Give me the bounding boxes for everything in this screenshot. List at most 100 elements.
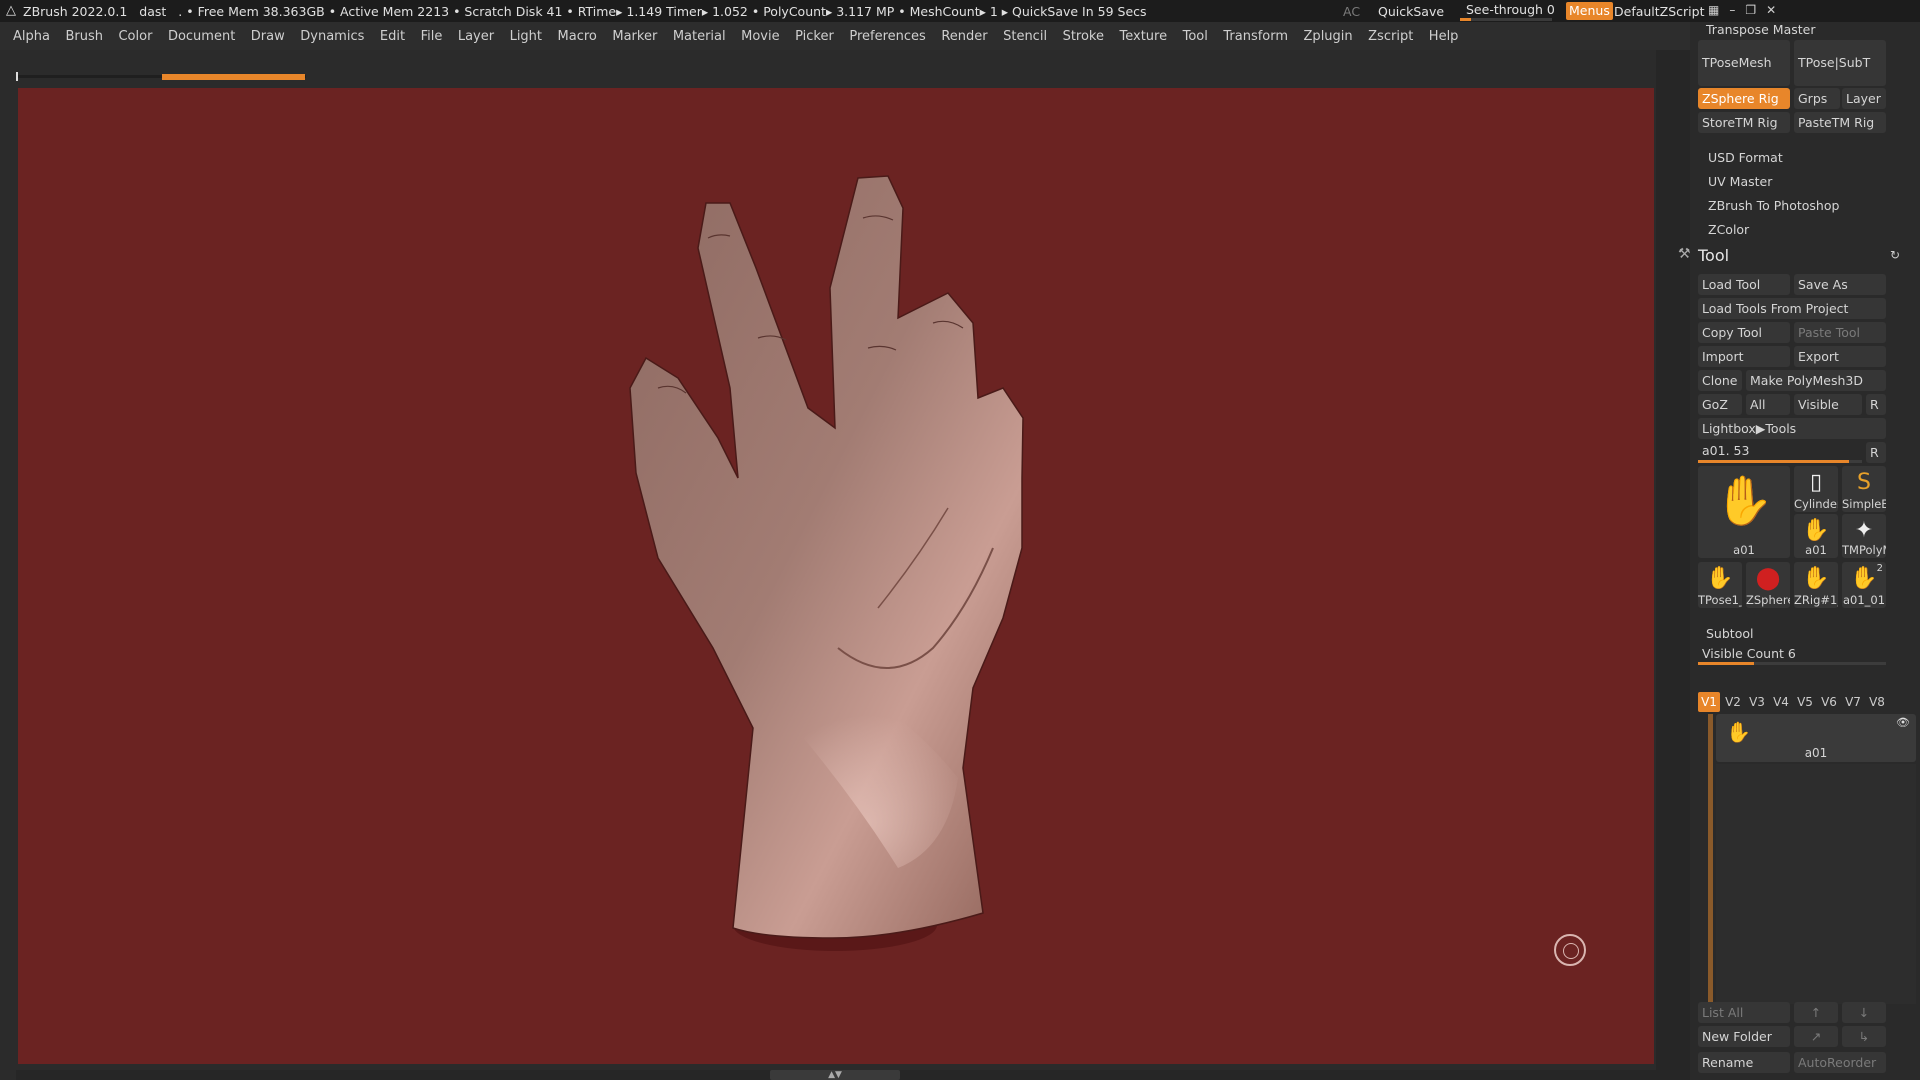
- paste-tool-button[interactable]: Paste Tool: [1794, 322, 1886, 343]
- visible-count-slider[interactable]: [1698, 662, 1886, 665]
- make-polymesh3d-button[interactable]: Make PolyMesh3D: [1746, 370, 1886, 391]
- move-down-icon[interactable]: ↓: [1842, 1002, 1886, 1023]
- menu-zplugin[interactable]: Zplugin: [1304, 29, 1353, 44]
- menu-color[interactable]: Color: [118, 29, 152, 44]
- menu-stencil[interactable]: Stencil: [1003, 29, 1047, 44]
- menu-zscript[interactable]: Zscript: [1368, 29, 1413, 44]
- tool-thumb-zsphere[interactable]: ⬤ ZSphere: [1746, 562, 1790, 608]
- menu-tool[interactable]: Tool: [1183, 29, 1208, 44]
- current-tool-slider[interactable]: [1698, 460, 1862, 463]
- menu-help[interactable]: Help: [1429, 29, 1459, 44]
- clone-button[interactable]: Clone: [1698, 370, 1742, 391]
- document-canvas[interactable]: [18, 88, 1654, 1064]
- menu-layer[interactable]: Layer: [458, 29, 494, 44]
- copy-tool-button[interactable]: Copy Tool: [1698, 322, 1790, 343]
- tool-thumb-a01-main[interactable]: ✋ a01: [1698, 466, 1790, 558]
- folder-move-icon[interactable]: ↗: [1794, 1026, 1838, 1047]
- refresh-icon[interactable]: ↻: [1890, 248, 1900, 262]
- default-zscript-button[interactable]: DefaultZScript: [1614, 4, 1705, 19]
- menu-macro[interactable]: Macro: [558, 29, 597, 44]
- plugin-zcolor[interactable]: ZColor: [1708, 222, 1749, 237]
- maximize-icon[interactable]: ❐: [1745, 3, 1756, 17]
- tool-thumb-simplebrush[interactable]: S SimpleB: [1842, 466, 1886, 512]
- tool-palette-header[interactable]: ⚒ Tool ↻: [1678, 244, 1920, 270]
- export-button[interactable]: Export: [1794, 346, 1886, 367]
- plugin-uv-master[interactable]: UV Master: [1708, 174, 1772, 189]
- goz-visible-button[interactable]: Visible: [1794, 394, 1862, 415]
- menu-file[interactable]: File: [421, 29, 443, 44]
- paste-tm-rig-button[interactable]: PasteTM Rig: [1794, 112, 1886, 133]
- subtool-list-scrollbar[interactable]: [1708, 714, 1713, 1002]
- timeline[interactable]: [0, 50, 1690, 86]
- menu-movie[interactable]: Movie: [741, 29, 779, 44]
- close-icon[interactable]: ✕: [1766, 3, 1776, 17]
- menu-brush[interactable]: Brush: [65, 29, 103, 44]
- autoreorder-button[interactable]: AutoReorder: [1794, 1052, 1886, 1073]
- subtool-header[interactable]: Subtool: [1706, 626, 1753, 641]
- menu-document[interactable]: Document: [168, 29, 235, 44]
- lightbox-tools-button[interactable]: Lightbox▶Tools: [1698, 418, 1886, 439]
- menu-dynamics[interactable]: Dynamics: [300, 29, 364, 44]
- tool-thumb-a01-01[interactable]: 2 ✋ a01_01: [1842, 562, 1886, 608]
- tab-v3[interactable]: V3: [1746, 692, 1768, 712]
- tool-thumb-tmpolymesh[interactable]: ✦ TMPolyM: [1842, 514, 1886, 558]
- tab-v7[interactable]: V7: [1842, 692, 1864, 712]
- tool-thumb-cylinder[interactable]: ▯ Cylinder: [1794, 466, 1838, 512]
- zsphere-rig-toggle[interactable]: ZSphere Rig: [1698, 88, 1790, 109]
- tab-v2[interactable]: V2: [1722, 692, 1744, 712]
- goz-button[interactable]: GoZ: [1698, 394, 1742, 415]
- load-tool-button[interactable]: Load Tool: [1698, 274, 1790, 295]
- see-through-slider[interactable]: See-through 0: [1460, 1, 1555, 21]
- subtool-item[interactable]: ✋ 👁 a01: [1716, 714, 1916, 762]
- tab-v5[interactable]: V5: [1794, 692, 1816, 712]
- grps-toggle[interactable]: Grps: [1794, 88, 1840, 109]
- plugin-usd-format[interactable]: USD Format: [1708, 150, 1783, 165]
- menu-texture[interactable]: Texture: [1120, 29, 1168, 44]
- tpose-subt-button[interactable]: TPose|SubT: [1794, 40, 1886, 86]
- menu-stroke[interactable]: Stroke: [1063, 29, 1104, 44]
- menu-alpha[interactable]: Alpha: [13, 29, 50, 44]
- tab-v4[interactable]: V4: [1770, 692, 1792, 712]
- menu-preferences[interactable]: Preferences: [849, 29, 925, 44]
- menu-light[interactable]: Light: [510, 29, 542, 44]
- save-as-button[interactable]: Save As: [1794, 274, 1886, 295]
- store-tm-rig-button[interactable]: StoreTM Rig: [1698, 112, 1790, 133]
- tposemesh-button[interactable]: TPoseMesh: [1698, 40, 1790, 86]
- tab-v8[interactable]: V8: [1866, 692, 1888, 712]
- pin-icon[interactable]: ⚒: [1678, 246, 1691, 262]
- timeline-thumb[interactable]: [162, 74, 305, 80]
- menu-edit[interactable]: Edit: [380, 29, 405, 44]
- new-folder-button[interactable]: New Folder: [1698, 1026, 1790, 1047]
- rename-button[interactable]: Rename: [1698, 1052, 1790, 1073]
- load-tools-from-project-button[interactable]: Load Tools From Project: [1698, 298, 1886, 319]
- tool-r-button[interactable]: R: [1866, 442, 1886, 463]
- goz-r-button[interactable]: R: [1866, 394, 1886, 415]
- list-all-button[interactable]: List All: [1698, 1002, 1790, 1023]
- minimize-icon[interactable]: –: [1729, 3, 1735, 17]
- tool-thumb-tpose1[interactable]: ✋ TPose1_: [1698, 562, 1742, 608]
- tool-thumb-a01[interactable]: ✋ a01: [1794, 514, 1838, 558]
- hand-model: [629, 175, 1024, 951]
- layout-icon[interactable]: ▦: [1708, 3, 1719, 17]
- transpose-master-header[interactable]: Transpose Master: [1706, 22, 1815, 37]
- menu-draw[interactable]: Draw: [251, 29, 285, 44]
- move-up-icon[interactable]: ↑: [1794, 1002, 1838, 1023]
- plugin-zbrush-to-photoshop[interactable]: ZBrush To Photoshop: [1708, 198, 1839, 213]
- tab-v6[interactable]: V6: [1818, 692, 1840, 712]
- folder-out-icon[interactable]: ↳: [1842, 1026, 1886, 1047]
- bottom-shelf-grip[interactable]: ▲▼: [770, 1070, 900, 1080]
- navigation-gizmo[interactable]: [1554, 934, 1586, 966]
- menu-material[interactable]: Material: [673, 29, 726, 44]
- import-button[interactable]: Import: [1698, 346, 1790, 367]
- layer-toggle[interactable]: Layer: [1842, 88, 1886, 109]
- visibility-eye-icon[interactable]: 👁: [1896, 716, 1910, 729]
- tab-v1[interactable]: V1: [1698, 692, 1720, 712]
- menu-render[interactable]: Render: [941, 29, 987, 44]
- goz-all-button[interactable]: All: [1746, 394, 1790, 415]
- menu-transform[interactable]: Transform: [1223, 29, 1288, 44]
- quicksave-button[interactable]: QuickSave: [1378, 4, 1444, 19]
- menus-toggle-button[interactable]: Menus: [1566, 2, 1613, 20]
- menu-picker[interactable]: Picker: [795, 29, 834, 44]
- tool-thumb-zrig1[interactable]: ✋ ZRig#1_: [1794, 562, 1838, 608]
- menu-marker[interactable]: Marker: [612, 29, 657, 44]
